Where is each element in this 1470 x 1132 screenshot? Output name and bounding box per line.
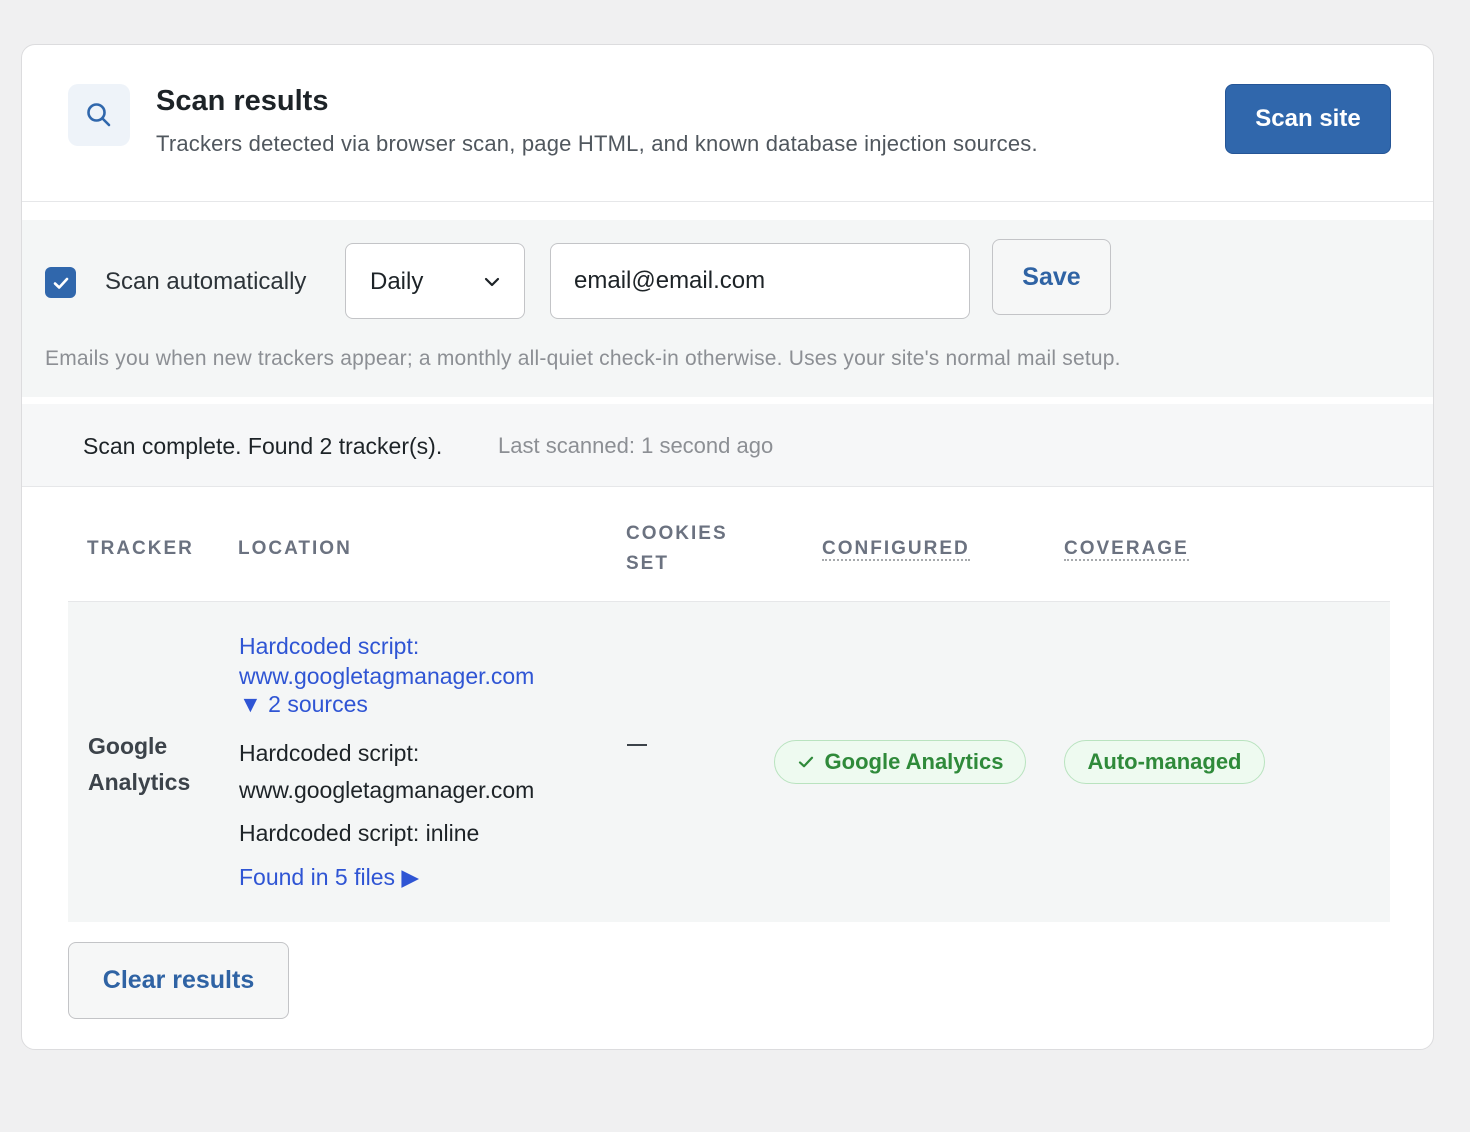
scan-status-bar: Scan complete. Found 2 tracker(s). Last … [22, 404, 1433, 487]
source-item: Hardcoded script: inline [239, 820, 480, 846]
save-button[interactable]: Save [992, 239, 1111, 315]
auto-scan-help-text: Emails you when new trackers appear; a m… [45, 347, 1121, 370]
last-scanned-text: Last scanned: 1 second ago [498, 433, 774, 458]
column-header-coverage[interactable]: COVERAGE [1064, 534, 1189, 564]
scan-automatically-checkbox[interactable] [45, 267, 76, 298]
email-input[interactable] [550, 243, 970, 319]
scan-site-button[interactable]: Scan site [1225, 84, 1391, 154]
page-subtitle: Trackers detected via browser scan, page… [156, 131, 1038, 156]
page-title: Scan results [156, 85, 329, 117]
cookies-empty-dash [627, 744, 647, 746]
source-item: Hardcoded script: www.googletagmanager.c… [239, 740, 535, 803]
coverage-badge: Auto-managed [1064, 740, 1265, 784]
column-header-tracker: TRACKER [87, 538, 194, 559]
clear-results-button[interactable]: Clear results [68, 942, 289, 1019]
scan-status-message: Scan complete. Found 2 tracker(s). [83, 433, 443, 459]
scan-results-card: Scan results Trackers detected via brows… [21, 44, 1434, 1050]
scan-automatically-label: Scan automatically [105, 268, 307, 295]
location-link[interactable]: Hardcoded script: www.googletagmanager.c… [239, 631, 534, 691]
auto-scan-panel: Scan automatically Daily Save Emails you… [22, 220, 1433, 397]
found-in-files-toggle[interactable]: Found in 5 files ▶ [239, 864, 419, 891]
chevron-down-icon [484, 277, 500, 287]
tracker-name: Google Analytics [88, 733, 191, 795]
column-header-configured[interactable]: CONFIGURED [822, 534, 970, 564]
card-header: Scan results Trackers detected via brows… [22, 45, 1433, 202]
table-row: Google Analytics Hardcoded script: www.g… [68, 601, 1390, 922]
column-header-location: LOCATION [238, 538, 352, 559]
configured-badge: Google Analytics [774, 740, 1026, 784]
frequency-select[interactable]: Daily [345, 243, 525, 319]
frequency-value: Daily [370, 268, 424, 295]
column-header-cookies-set: COOKIES SET [626, 523, 728, 574]
sources-toggle[interactable]: ▼ 2 sources [239, 691, 368, 718]
search-icon [68, 84, 130, 146]
checkmark-icon [53, 277, 68, 289]
checkmark-icon [798, 756, 813, 768]
